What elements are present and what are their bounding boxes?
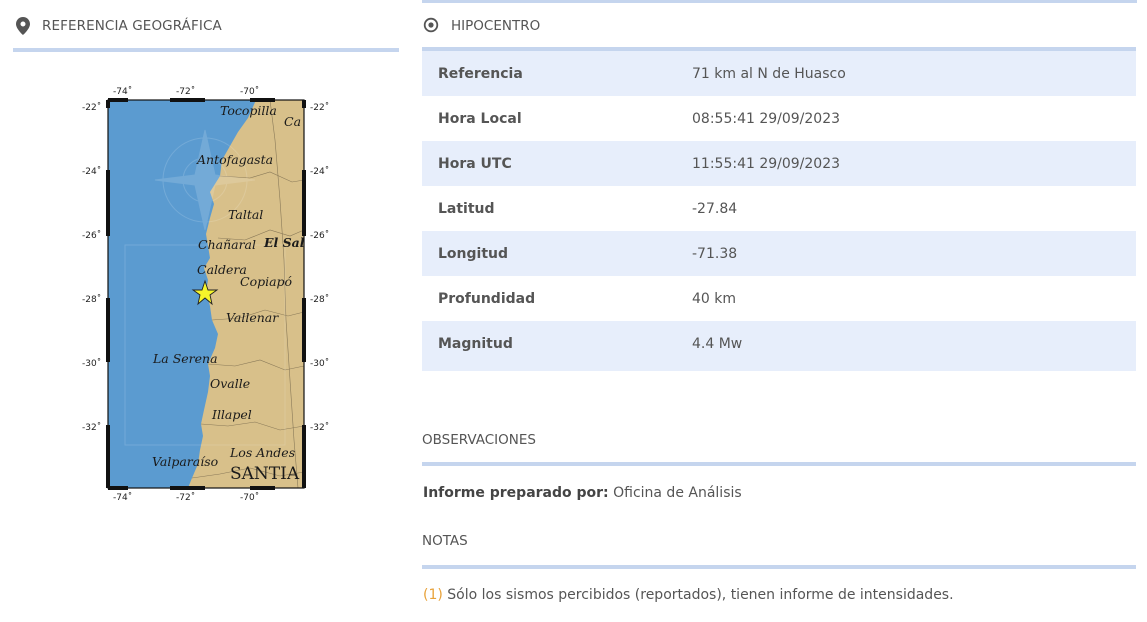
- city-label: Illapel: [211, 407, 252, 422]
- map-marker-icon: [16, 17, 30, 35]
- lat-tick-left: -22˚: [82, 102, 101, 113]
- prepared-by-line: Informe preparado por: Oficina de Anális…: [423, 485, 742, 501]
- city-label: La Serena: [152, 351, 218, 366]
- lat-tick-left: -30˚: [82, 358, 101, 369]
- city-label: Taltal: [228, 207, 263, 222]
- table-row: Magnitud 4.4 Mw: [422, 321, 1136, 366]
- prepared-by-value: Oficina de Análisis: [613, 485, 742, 501]
- hypocenter-table: Referencia 71 km al N de Huasco Hora Loc…: [422, 51, 1136, 366]
- table-row: Longitud -71.38: [422, 231, 1136, 276]
- target-icon: [423, 17, 439, 33]
- row-value: 08:55:41 29/09/2023: [692, 110, 841, 127]
- note-text: Sólo los sismos percibidos (reportados),…: [447, 587, 954, 603]
- lon-tick-top: -70˚: [240, 86, 259, 97]
- lat-tick-left: -26˚: [82, 230, 101, 241]
- lon-tick-top: -74˚: [113, 86, 132, 97]
- lon-tick-bottom: -70˚: [240, 492, 259, 503]
- city-label: Vallenar: [226, 310, 279, 325]
- table-row: Latitud -27.84: [422, 186, 1136, 231]
- row-label: Profundidad: [438, 290, 536, 307]
- city-label: Tocopilla: [220, 103, 277, 118]
- lat-tick-right: -28˚: [310, 294, 329, 305]
- city-label: Copiapó: [240, 274, 293, 289]
- city-label: Los Andes: [229, 445, 295, 460]
- lat-tick-right: -26˚: [310, 230, 329, 241]
- city-label: Antofagasta: [196, 152, 273, 167]
- table-row: Referencia 71 km al N de Huasco: [422, 51, 1136, 96]
- row-value: 71 km al N de Huasco: [692, 65, 846, 82]
- note-number: (1): [423, 587, 443, 603]
- hypocenter-header: HIPOCENTRO: [422, 12, 1136, 51]
- lat-tick-right: -24˚: [310, 166, 329, 177]
- table-bottom-band: [422, 366, 1136, 371]
- city-label: El Sal: [263, 235, 305, 250]
- lon-tick-top: -72˚: [176, 86, 195, 97]
- note-line: (1) Sólo los sismos percibidos (reportad…: [423, 587, 954, 603]
- geographic-reference-title: REFERENCIA GEOGRÁFICA: [42, 18, 222, 34]
- top-divider: [422, 0, 1137, 3]
- notes-title: NOTAS: [422, 533, 1136, 569]
- lon-tick-bottom: -74˚: [113, 492, 132, 503]
- row-value: 4.4 Mw: [692, 335, 743, 352]
- lat-tick-right: -32˚: [310, 422, 329, 433]
- lat-tick-left: -28˚: [82, 294, 101, 305]
- row-value: -71.38: [692, 245, 738, 262]
- epicenter-map: -74˚ -72˚ -70˚ -74˚ -72˚ -70˚ -22˚ -24˚ …: [70, 80, 340, 510]
- lat-tick-left: -32˚: [82, 422, 101, 433]
- table-row: Profundidad 40 km: [422, 276, 1136, 321]
- lon-tick-bottom: -72˚: [176, 492, 195, 503]
- row-label: Hora UTC: [438, 155, 512, 172]
- prepared-by-label: Informe preparado por:: [423, 485, 609, 501]
- row-value: 40 km: [692, 290, 737, 307]
- row-value: -27.84: [692, 200, 738, 217]
- hypocenter-title: HIPOCENTRO: [451, 18, 541, 34]
- row-label: Magnitud: [438, 335, 513, 352]
- table-row: Hora Local 08:55:41 29/09/2023: [422, 96, 1136, 141]
- row-value: 11:55:41 29/09/2023: [692, 155, 841, 172]
- city-label: SANTIA: [230, 464, 300, 484]
- table-row: Hora UTC 11:55:41 29/09/2023: [422, 141, 1136, 186]
- city-label: Ca: [284, 114, 301, 129]
- row-label: Hora Local: [438, 110, 522, 127]
- lat-tick-right: -22˚: [310, 102, 329, 113]
- row-label: Referencia: [438, 65, 523, 82]
- geographic-reference-header: REFERENCIA GEOGRÁFICA: [13, 12, 399, 52]
- row-label: Longitud: [438, 245, 509, 262]
- city-label: Chañaral: [198, 237, 256, 252]
- city-label: Valparaíso: [152, 454, 218, 469]
- lat-tick-right: -30˚: [310, 358, 329, 369]
- row-label: Latitud: [438, 200, 495, 217]
- lat-tick-left: -24˚: [82, 166, 101, 177]
- city-label: Ovalle: [210, 376, 250, 391]
- observations-title: OBSERVACIONES: [422, 432, 1136, 466]
